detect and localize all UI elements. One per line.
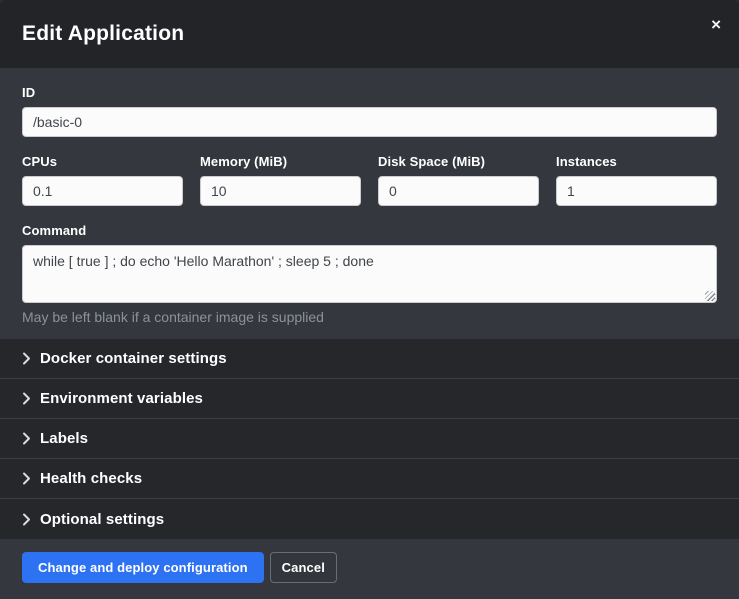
cancel-button[interactable]: Cancel [270,552,337,583]
section-label: Environment variables [40,390,203,407]
command-label: Command [22,223,717,238]
chevron-right-icon [22,352,31,365]
disk-input[interactable] [378,176,539,206]
edit-application-modal: Edit Application × ID CPUs Memory (MiB) … [0,0,739,599]
collapsible-sections: Docker container settings Environment va… [0,339,739,539]
id-field-group: ID [22,85,717,137]
command-field-group: Command while [ true ] ; do echo 'Hello … [22,223,717,325]
disk-field-group: Disk Space (MiB) [378,154,539,206]
section-docker-container-settings[interactable]: Docker container settings [0,339,739,379]
modal-header: Edit Application × [0,0,739,68]
chevron-right-icon [22,472,31,485]
section-environment-variables[interactable]: Environment variables [0,379,739,419]
close-icon[interactable]: × [707,14,725,35]
chevron-right-icon [22,392,31,405]
section-label: Health checks [40,470,142,487]
chevron-right-icon [22,432,31,445]
cpus-input[interactable] [22,176,183,206]
disk-label: Disk Space (MiB) [378,154,539,169]
instances-input[interactable] [556,176,717,206]
section-label: Docker container settings [40,350,227,367]
instances-field-group: Instances [556,154,717,206]
section-health-checks[interactable]: Health checks [0,459,739,499]
id-input[interactable] [22,107,717,137]
id-label: ID [22,85,717,100]
chevron-right-icon [22,513,31,526]
memory-input[interactable] [200,176,361,206]
edit-application-form: ID CPUs Memory (MiB) Disk Space (MiB) In… [0,68,739,339]
command-textarea-wrap: while [ true ] ; do echo 'Hello Marathon… [22,245,717,303]
command-help-text: May be left blank if a container image i… [22,309,717,325]
command-textarea[interactable]: while [ true ] ; do echo 'Hello Marathon… [22,245,717,303]
change-and-deploy-button[interactable]: Change and deploy configuration [22,552,264,583]
modal-title: Edit Application [22,22,184,46]
cpus-field-group: CPUs [22,154,183,206]
section-label: Optional settings [40,511,164,528]
instances-label: Instances [556,154,717,169]
section-label: Labels [40,430,88,447]
section-labels[interactable]: Labels [0,419,739,459]
section-optional-settings[interactable]: Optional settings [0,499,739,539]
memory-label: Memory (MiB) [200,154,361,169]
modal-footer: Change and deploy configuration Cancel [0,539,739,599]
resources-row: CPUs Memory (MiB) Disk Space (MiB) Insta… [22,154,717,206]
memory-field-group: Memory (MiB) [200,154,361,206]
cpus-label: CPUs [22,154,183,169]
